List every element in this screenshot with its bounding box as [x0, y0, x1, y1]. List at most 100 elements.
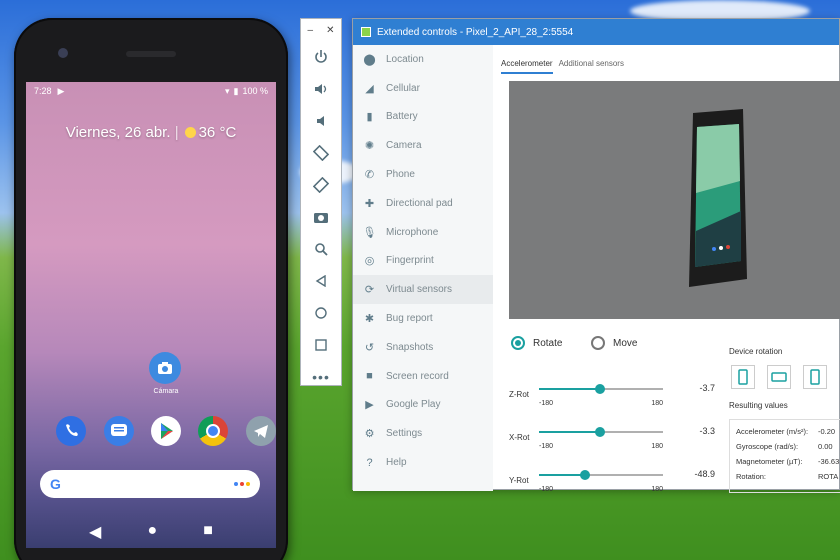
sidebar-item-phone[interactable]: ✆ Phone [353, 160, 493, 189]
volume-up-icon[interactable] [301, 73, 341, 105]
device-3d-view[interactable] [509, 81, 840, 319]
sidebar-item-label: Screen record [386, 370, 449, 382]
battery-icon: ▮ [233, 85, 239, 96]
nav-bar: ◀ ● ■ [26, 522, 276, 542]
sidebar-item-cellular[interactable]: ◢ Cellular [353, 74, 493, 103]
extended-controls-window: Extended controls - Pixel_2_API_28_2:555… [352, 18, 840, 493]
slider-max: 180 [651, 400, 663, 407]
home-icon[interactable]: ● [147, 522, 157, 542]
google-g-icon: G [50, 476, 61, 492]
slider-min: -180 [539, 443, 554, 450]
window-titlebar[interactable]: Extended controls - Pixel_2_API_28_2:555… [353, 19, 839, 45]
x-rot-slider[interactable] [539, 427, 663, 437]
sidebar-item-battery[interactable]: ▮ Battery [353, 103, 493, 132]
sidebar-item-settings[interactable]: ⚙ Settings [353, 419, 493, 448]
z-rot-value[interactable]: -3.7 [689, 383, 715, 393]
sidebar-item-screen-record[interactable]: ■ Screen record [353, 362, 493, 391]
sidebar-item-label: Battery [386, 111, 418, 123]
record-icon: ■ [366, 370, 373, 383]
play-store-app-icon[interactable] [151, 416, 181, 446]
virtual-sensors-panel: Accelerometer Additional sensors Rotate … [493, 45, 840, 493]
sidebar-item-fingerprint[interactable]: ◎ Fingerprint [353, 247, 493, 276]
sidebar-item-label: Fingerprint [386, 255, 434, 267]
slider-handle[interactable] [594, 384, 605, 394]
fingerprint-icon: ◎ [364, 255, 375, 268]
reverse-portrait-button[interactable] [803, 365, 827, 389]
y-rot-slider[interactable] [539, 470, 663, 480]
more-icon[interactable]: ••• [301, 361, 341, 393]
sidebar-item-bug-report[interactable]: ✱ Bug report [353, 304, 493, 333]
sidebar-item-label: Phone [386, 169, 415, 181]
sidebar-item-directional-pad[interactable]: ✚ Directional pad [353, 189, 493, 218]
emulator-toolbar: – ✕ ••• [300, 18, 342, 386]
camera-app-icon[interactable] [149, 352, 181, 384]
y-rot-value[interactable]: -48.9 [689, 469, 715, 479]
battery-icon: ▮ [366, 111, 373, 124]
y-rot-label: Y-Rot [509, 476, 529, 485]
result-key: Gyroscope (rad/s): [736, 442, 799, 451]
chrome-app-icon[interactable] [198, 416, 228, 446]
move-radio[interactable]: Move [591, 336, 637, 350]
messages-app-icon[interactable] [104, 416, 134, 446]
radio-selected-icon [511, 336, 525, 350]
play-store-notif-icon: ▶ [57, 85, 65, 96]
zoom-icon[interactable] [301, 233, 341, 265]
settings-icon: ⚙ [364, 428, 375, 441]
sidebar-item-location[interactable]: ⬤ Location [353, 45, 493, 74]
slider-handle[interactable] [594, 427, 605, 437]
location-icon: ⬤ [363, 53, 376, 66]
tab-accelerometer[interactable]: Accelerometer [501, 59, 553, 74]
telegram-app-icon[interactable] [246, 416, 276, 446]
slider-max: 180 [651, 486, 663, 493]
phone-icon: ✆ [364, 169, 375, 182]
volume-down-icon[interactable] [301, 105, 341, 137]
sidebar-item-label: Bug report [386, 313, 433, 325]
resulting-values-box: Accelerometer (m/s²): -0.20 Gyroscope (ra… [729, 419, 840, 493]
phone-app-icon[interactable] [56, 416, 86, 446]
sidebar-item-microphone[interactable]: 🎙︎ Microphone [353, 218, 493, 247]
google-search-bar[interactable]: G [40, 470, 260, 498]
camera-icon: ✺ [364, 140, 375, 153]
move-label: Move [613, 337, 638, 349]
x-rot-value[interactable]: -3.3 [689, 426, 715, 436]
sensors-icon: ⟳ [364, 284, 375, 297]
back-icon[interactable]: ◀ [89, 522, 101, 542]
android-phone: 7:28 ▶ ▾ ▮ 100 % Viernes, 26 abr. | 36 °C… [14, 18, 288, 560]
wifi-icon: ▾ [224, 85, 230, 96]
assistant-icon[interactable] [234, 482, 250, 486]
status-bar: 7:28 ▶ ▾ ▮ 100 % [26, 82, 276, 100]
screenshot-icon[interactable] [301, 201, 341, 233]
minimize-icon[interactable]: – [308, 25, 314, 36]
sidebar-item-snapshots[interactable]: ↺ Snapshots [353, 333, 493, 362]
device-rotation-label: Device rotation [729, 347, 783, 356]
result-key: Magnetometer (µT): [736, 457, 803, 466]
radio-unselected-icon [591, 336, 605, 350]
z-rot-label: Z-Rot [509, 390, 529, 399]
rotate-radio[interactable]: Rotate [511, 336, 562, 350]
overview-icon[interactable] [301, 329, 341, 361]
home-icon[interactable] [301, 297, 341, 329]
sidebar-item-label: Snapshots [386, 341, 434, 353]
result-value: ROTA [818, 472, 839, 481]
camera-app-label: Cámara [153, 388, 179, 395]
x-rot-label: X-Rot [509, 433, 530, 442]
slider-handle[interactable] [579, 470, 590, 480]
landscape-button[interactable] [767, 365, 791, 389]
portrait-button[interactable] [731, 365, 755, 389]
rotate-left-icon[interactable] [301, 137, 341, 169]
recents-icon[interactable]: ■ [203, 522, 213, 542]
z-rot-slider[interactable] [539, 384, 663, 394]
sidebar-item-google-play[interactable]: ▶ Google Play [353, 391, 493, 420]
sidebar-item-label: Location [386, 53, 424, 65]
back-icon[interactable] [301, 265, 341, 297]
sidebar-item-camera[interactable]: ✺ Camera [353, 131, 493, 160]
sidebar-item-virtual-sensors[interactable]: ⟳ Virtual sensors [353, 275, 493, 305]
close-icon[interactable]: ✕ [326, 25, 334, 36]
phone-screen[interactable]: 7:28 ▶ ▾ ▮ 100 % Viernes, 26 abr. | 36 °C… [26, 82, 276, 548]
rotate-right-icon[interactable] [301, 169, 341, 201]
date-weather-widget[interactable]: Viernes, 26 abr. | 36 °C [26, 124, 276, 141]
tab-additional-sensors[interactable]: Additional sensors [559, 59, 624, 74]
app-icon [361, 27, 371, 37]
power-icon[interactable] [301, 41, 341, 73]
sidebar-item-help[interactable]: ? Help [353, 448, 493, 477]
